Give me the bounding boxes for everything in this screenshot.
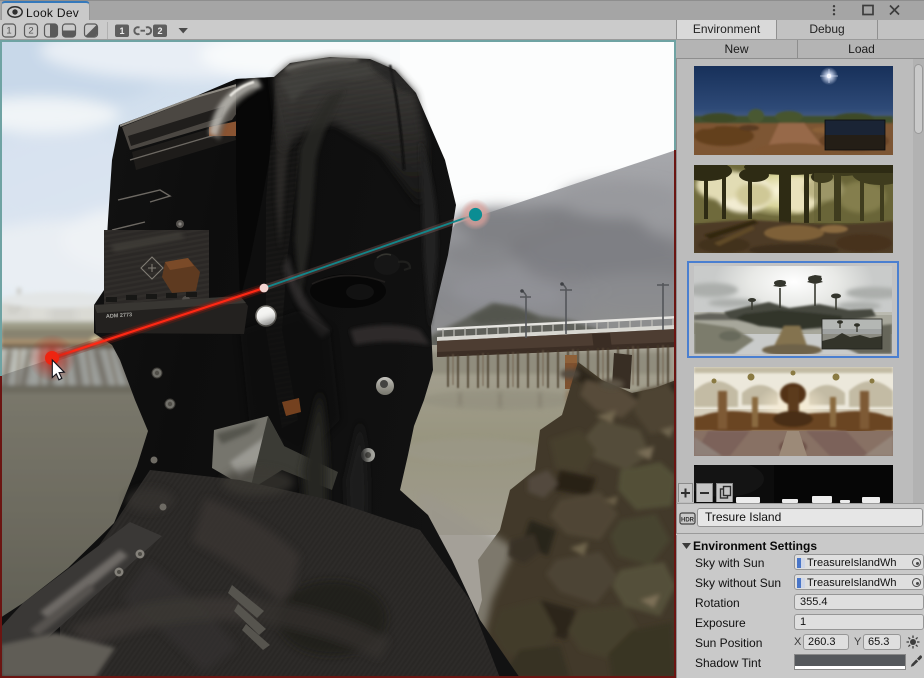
svg-text:1: 1 <box>6 26 11 37</box>
svg-text:2: 2 <box>157 26 162 36</box>
svg-text:HDR: HDR <box>681 518 695 524</box>
svg-text:2: 2 <box>28 26 33 37</box>
svg-text:1: 1 <box>119 26 124 36</box>
